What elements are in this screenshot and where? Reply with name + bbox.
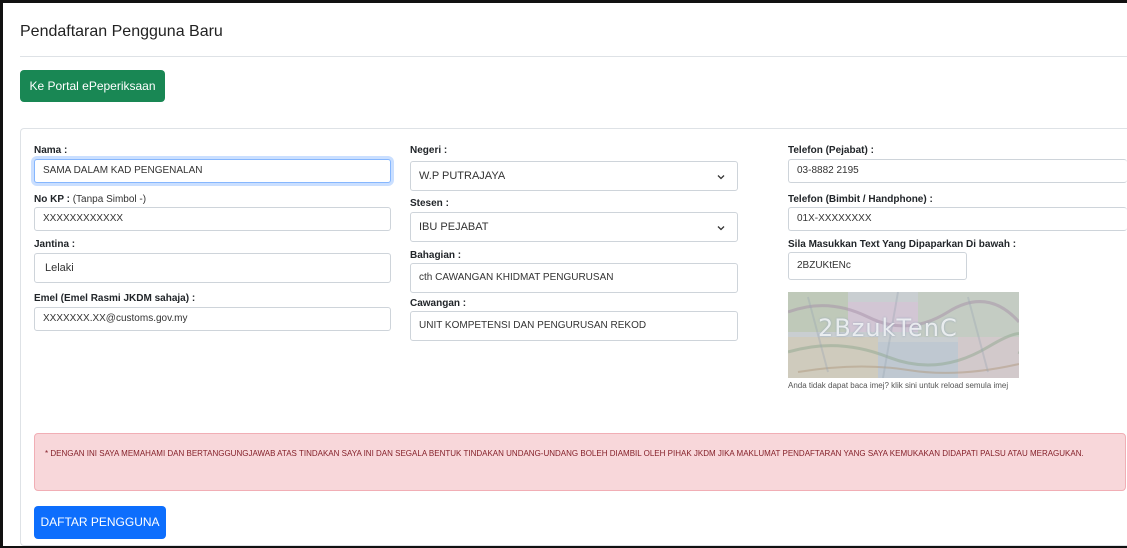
declaration-alert: * DENGAN INI SAYA MEMAHAMI DAN BERTANGGU… <box>34 433 1126 491</box>
stesen-label: Stesen : <box>410 198 449 209</box>
nokp-hint: (Tanpa Simbol -) <box>72 194 147 205</box>
captcha-input[interactable]: 2BZUKtENc <box>788 252 967 280</box>
jantina-select[interactable]: Lelaki <box>34 253 391 283</box>
daftar-pengguna-button[interactable]: DAFTAR PENGGUNA <box>34 506 166 539</box>
divider <box>20 56 1127 57</box>
negeri-value: W.P PUTRAJAYA <box>419 170 506 182</box>
nokp-label-text: No KP : <box>34 194 70 205</box>
emel-label: Emel (Emel Rasmi JKDM sahaja) : <box>34 293 196 304</box>
negeri-label: Negeri : <box>410 145 448 156</box>
chevron-down-icon <box>717 226 725 231</box>
chevron-down-icon <box>717 175 725 180</box>
stesen-value: IBU PEJABAT <box>419 221 489 233</box>
cawangan-input[interactable]: UNIT KOMPETENSI DAN PENGURUSAN REKOD <box>410 311 738 341</box>
cawangan-label: Cawangan : <box>410 298 467 309</box>
negeri-select[interactable]: W.P PUTRAJAYA <box>410 161 738 191</box>
telefon-pejabat-label: Telefon (Pejabat) : <box>788 145 874 156</box>
nama-input[interactable]: SAMA DALAM KAD PENGENALAN <box>34 159 391 183</box>
nama-label: Nama : <box>34 145 68 156</box>
nokp-input[interactable]: XXXXXXXXXXXX <box>34 207 391 231</box>
nokp-label: No KP : (Tanpa Simbol -) <box>34 194 146 205</box>
bahagian-input[interactable]: cth CAWANGAN KHIDMAT PENGURUSAN <box>410 263 738 293</box>
captcha-reload-link[interactable]: Anda tidak dapat baca imej? klik sini un… <box>788 381 1008 390</box>
jantina-label: Jantina : <box>34 239 76 250</box>
portal-button[interactable]: Ke Portal ePeperiksaan <box>20 70 165 102</box>
page-title: Pendaftaran Pengguna Baru <box>20 23 223 40</box>
captcha-image: 2BzukTenC <box>788 292 1019 378</box>
captcha-label: Sila Masukkan Text Yang Dipaparkan Di ba… <box>788 239 1017 250</box>
telefon-bimbit-input[interactable]: 01X-XXXXXXXX <box>788 207 1127 231</box>
emel-input[interactable]: XXXXXXX.XX@customs.gov.my <box>34 307 391 331</box>
captcha-text: 2BzukTenC <box>818 314 958 342</box>
stesen-select[interactable]: IBU PEJABAT <box>410 212 738 242</box>
telefon-bimbit-label: Telefon (Bimbit / Handphone) : <box>788 194 933 205</box>
bahagian-label: Bahagian : <box>410 250 462 261</box>
telefon-pejabat-input[interactable]: 03-8882 2195 <box>788 159 1127 183</box>
